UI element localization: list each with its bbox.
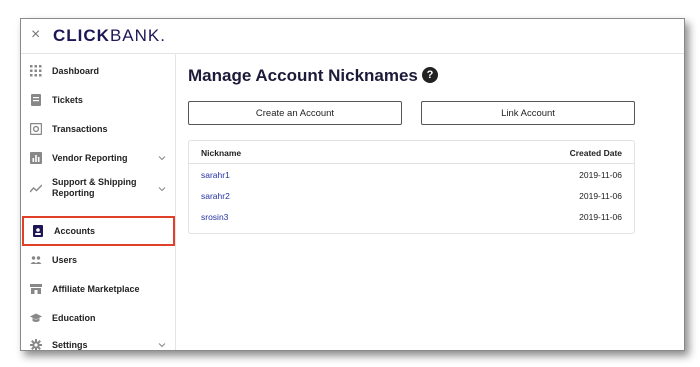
page-title: Manage Account Nicknames: [188, 66, 418, 85]
bar-chart-icon: [30, 152, 42, 164]
sidebar-item-label: Support & Shipping Reporting: [52, 177, 137, 198]
sidebar-item-affiliate-marketplace[interactable]: Affiliate Marketplace: [21, 276, 175, 304]
sidebar-item-transactions[interactable]: Transactions: [21, 116, 175, 144]
table-row: sarahr2 2019-11-06: [189, 186, 634, 207]
chevron-down-icon[interactable]: [158, 154, 166, 162]
gear-icon: [30, 339, 42, 350]
sidebar-item-users[interactable]: Users: [21, 247, 175, 275]
nickname-link[interactable]: sarahr1: [201, 170, 230, 180]
sidebar-item-label: Education: [52, 313, 96, 323]
id-badge-icon: [33, 225, 43, 237]
table-row: srosin3 2019-11-06: [189, 207, 634, 228]
table-row: sarahr1 2019-11-06: [189, 165, 634, 186]
help-icon[interactable]: ?: [422, 67, 438, 83]
chevron-down-icon[interactable]: [158, 185, 166, 193]
sidebar-item-label: Affiliate Marketplace: [52, 284, 140, 294]
graduation-cap-icon: [30, 313, 42, 322]
table-header: Nickname Created Date: [189, 141, 634, 164]
users-icon: [30, 256, 42, 264]
nicknames-table: Nickname Created Date sarahr1 2019-11-06…: [188, 140, 635, 234]
created-date: 2019-11-06: [579, 191, 622, 201]
sidebar-item-label: Settings: [52, 340, 88, 350]
sidebar: Dashboard Tickets Transactions Vendor Re…: [21, 54, 176, 350]
sidebar-item-label: Dashboard: [52, 66, 100, 76]
sidebar-item-education[interactable]: Education: [21, 305, 175, 333]
sidebar-item-accounts[interactable]: Accounts: [22, 216, 175, 246]
logo-bold-text: CLICK: [53, 26, 110, 45]
sidebar-item-settings[interactable]: Settings: [21, 332, 175, 350]
column-header-nickname[interactable]: Nickname: [201, 148, 241, 158]
create-account-button[interactable]: Create an Account: [188, 101, 402, 125]
top-bar: × CLICKBANK.: [21, 19, 684, 54]
nickname-link[interactable]: sarahr2: [201, 191, 230, 201]
grid-icon: [30, 65, 42, 77]
created-date: 2019-11-06: [579, 212, 622, 222]
sidebar-item-label: Users: [52, 255, 78, 265]
created-date: 2019-11-06: [579, 170, 622, 180]
storefront-icon: [30, 284, 42, 294]
close-icon[interactable]: ×: [31, 27, 40, 43]
sidebar-item-tickets[interactable]: Tickets: [21, 87, 175, 115]
app-window: × CLICKBANK. Dashboard Tickets Transacti…: [20, 18, 685, 351]
transactions-icon: [30, 123, 42, 135]
sidebar-item-label: Tickets: [52, 95, 83, 105]
main-content: Manage Account Nicknames ? Create an Acc…: [176, 54, 684, 350]
sidebar-item-vendor-reporting[interactable]: Vendor Reporting: [21, 145, 175, 173]
sidebar-item-support-shipping-reporting[interactable]: Support & Shipping Reporting: [21, 174, 175, 204]
sidebar-item-label: Accounts: [54, 226, 96, 236]
line-chart-icon: [30, 184, 42, 193]
column-header-created-date[interactable]: Created Date: [570, 148, 622, 158]
sidebar-item-dashboard[interactable]: Dashboard: [21, 58, 175, 86]
logo-light-text: BANK.: [109, 26, 166, 45]
ticket-icon: [31, 94, 41, 106]
nickname-link[interactable]: srosin3: [201, 212, 228, 222]
clickbank-logo[interactable]: CLICKBANK.: [53, 27, 166, 45]
sidebar-item-label: Transactions: [52, 124, 108, 134]
sidebar-item-label: Vendor Reporting: [52, 153, 128, 163]
chevron-down-icon[interactable]: [158, 341, 166, 349]
link-account-button[interactable]: Link Account: [421, 101, 635, 125]
